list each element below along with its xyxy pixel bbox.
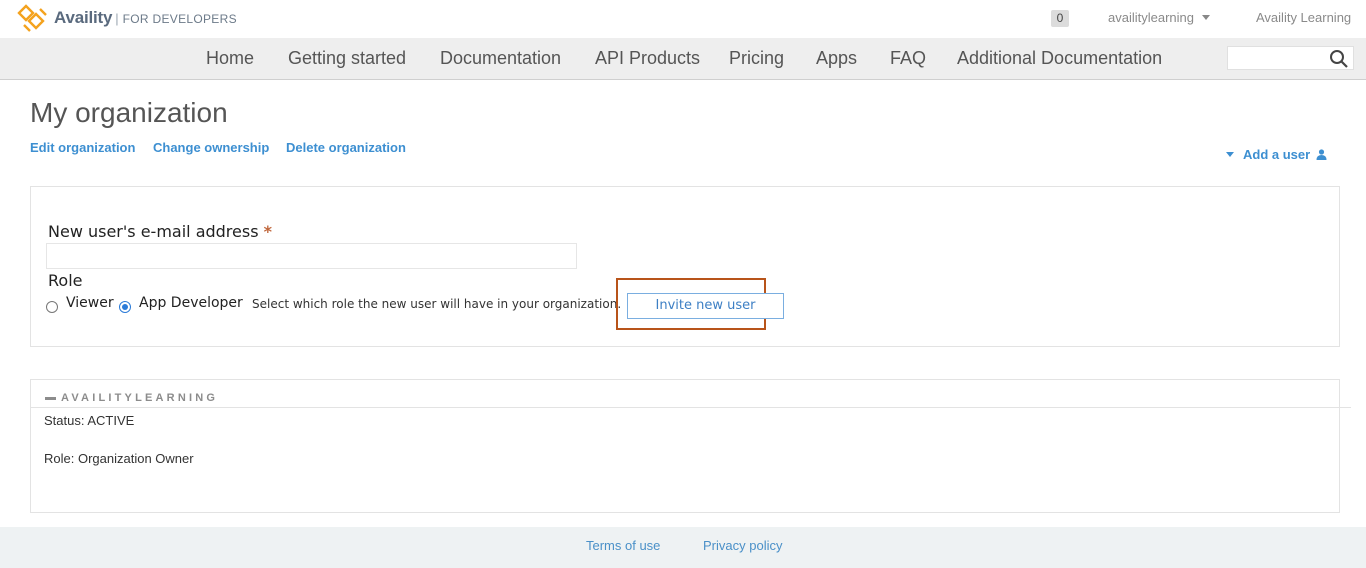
role-help-text: Select which role the new user will have… bbox=[252, 297, 622, 311]
nav-item-api-products[interactable]: API Products bbox=[595, 48, 700, 69]
terms-of-use-link[interactable]: Terms of use bbox=[586, 538, 660, 553]
email-field-label: New user's e-mail address * bbox=[48, 222, 272, 241]
notification-count-badge[interactable]: 0 bbox=[1051, 10, 1069, 27]
add-user-toggle[interactable]: Add a user bbox=[1226, 147, 1327, 162]
delete-organization-link[interactable]: Delete organization bbox=[286, 140, 406, 155]
role-radio-app-developer[interactable] bbox=[119, 301, 131, 313]
member-status: Status: ACTIVE bbox=[44, 413, 135, 428]
edit-organization-link[interactable]: Edit organization bbox=[30, 140, 135, 155]
nav-item-additional-documentation[interactable]: Additional Documentation bbox=[957, 48, 1162, 69]
member-collapse-toggle[interactable]: AVAILITYLEARNING bbox=[45, 392, 218, 404]
role-radio-viewer[interactable] bbox=[46, 301, 58, 313]
invite-user-panel: New user's e-mail address * Role Viewer … bbox=[30, 186, 1340, 347]
chevron-down-icon bbox=[1202, 15, 1210, 20]
privacy-policy-link[interactable]: Privacy policy bbox=[703, 538, 782, 553]
required-marker: * bbox=[263, 222, 273, 241]
page-title: My organization bbox=[30, 97, 228, 128]
footer: Terms of use Privacy policy bbox=[0, 527, 1366, 568]
divider bbox=[31, 407, 1351, 408]
logo-separator: | bbox=[115, 10, 119, 26]
main-nav: Home Getting started Documentation API P… bbox=[0, 38, 1366, 80]
search-icon[interactable] bbox=[1329, 49, 1349, 69]
nav-item-home[interactable]: Home bbox=[206, 48, 254, 69]
username-label: availitylearning bbox=[1108, 10, 1194, 25]
role-label-viewer[interactable]: Viewer bbox=[66, 295, 114, 311]
nav-item-faq[interactable]: FAQ bbox=[890, 48, 926, 69]
role-label-app-developer[interactable]: App Developer bbox=[139, 295, 243, 311]
search-input[interactable] bbox=[1227, 46, 1354, 70]
invite-new-user-button[interactable]: Invite new user bbox=[627, 293, 784, 319]
nav-item-getting-started[interactable]: Getting started bbox=[288, 48, 406, 69]
user-icon bbox=[1316, 149, 1327, 160]
nav-item-documentation[interactable]: Documentation bbox=[440, 48, 561, 69]
add-user-label: Add a user bbox=[1243, 147, 1311, 162]
nav-item-apps[interactable]: Apps bbox=[816, 48, 857, 69]
member-role: Role: Organization Owner bbox=[44, 451, 194, 466]
role-label: Role bbox=[48, 271, 83, 290]
chevron-down-icon bbox=[1226, 152, 1234, 157]
availity-logo[interactable]: Availity | FOR DEVELOPERS bbox=[16, 2, 237, 34]
availity-logo-icon bbox=[17, 4, 47, 32]
email-field[interactable] bbox=[46, 243, 577, 269]
change-ownership-link[interactable]: Change ownership bbox=[153, 140, 269, 155]
logo-wordmark: Availity bbox=[54, 8, 113, 27]
email-label-text: New user's e-mail address bbox=[48, 222, 259, 241]
availity-learning-link[interactable]: Availity Learning bbox=[1256, 10, 1351, 25]
member-name: AVAILITYLEARNING bbox=[61, 392, 219, 404]
nav-item-pricing[interactable]: Pricing bbox=[729, 48, 784, 69]
user-menu[interactable]: availitylearning bbox=[1108, 10, 1210, 25]
top-bar: Availity | FOR DEVELOPERS 0 availitylear… bbox=[0, 0, 1366, 38]
minus-icon bbox=[45, 396, 56, 400]
logo-suffix: FOR DEVELOPERS bbox=[122, 12, 237, 26]
member-panel: AVAILITYLEARNING Status: ACTIVE Role: Or… bbox=[30, 379, 1351, 513]
